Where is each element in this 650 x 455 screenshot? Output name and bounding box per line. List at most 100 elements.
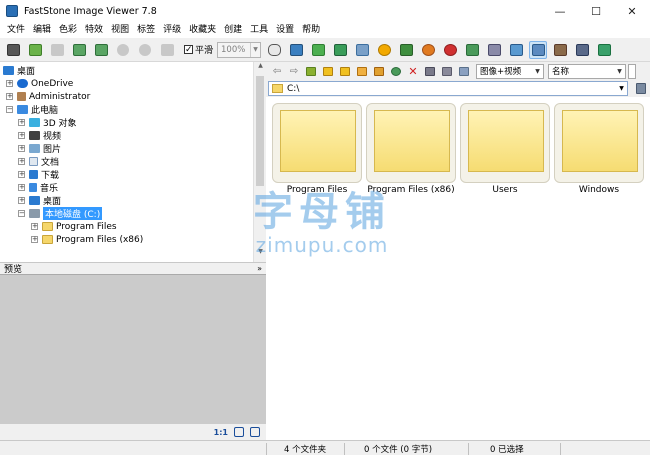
preview-header[interactable]: 预览 »: [0, 262, 266, 275]
close-button[interactable]: ✕: [614, 0, 650, 22]
expand-icon[interactable]: +: [31, 236, 38, 243]
tree-item-3d-objects[interactable]: + 3D 对象: [18, 116, 77, 129]
menu-settings[interactable]: 设置: [272, 22, 298, 38]
double-chevron-icon[interactable]: »: [257, 264, 262, 273]
tree-item-program-files[interactable]: + Program Files: [31, 220, 117, 233]
folder-thumbnail[interactable]: Windows: [554, 103, 644, 203]
expand-icon[interactable]: +: [18, 145, 25, 152]
expand-icon[interactable]: +: [6, 80, 13, 87]
expand-icon[interactable]: +: [18, 132, 25, 139]
zoom-combo[interactable]: 100% ▼: [217, 41, 262, 58]
status-divider: [344, 443, 345, 455]
actual-size-ratio[interactable]: 1:1: [214, 428, 228, 437]
delete-button[interactable]: ✕: [406, 64, 420, 78]
new-folder-button[interactable]: [338, 64, 352, 78]
expand-icon[interactable]: +: [18, 119, 25, 126]
menu-rating[interactable]: 评级: [159, 22, 185, 38]
expand-icon[interactable]: +: [31, 223, 38, 230]
path-field[interactable]: C:\ ▼: [268, 81, 628, 96]
menu-tools[interactable]: 工具: [246, 22, 272, 38]
refresh-button[interactable]: [389, 64, 403, 78]
scrollbar-thumb[interactable]: [256, 76, 264, 186]
tree-item-downloads[interactable]: + 下载: [18, 168, 59, 181]
maximize-button[interactable]: ☐: [578, 0, 614, 22]
folder-option-button[interactable]: [355, 64, 369, 78]
batch-button[interactable]: [463, 41, 481, 59]
stamp-button[interactable]: [397, 41, 415, 59]
tree-item-program-files-x86[interactable]: + Program Files (x86): [31, 233, 143, 246]
smooth-checkbox[interactable]: ✓ 平滑: [182, 43, 213, 56]
menu-color[interactable]: 色彩: [55, 22, 81, 38]
acquire-button[interactable]: [4, 41, 22, 59]
cloud-icon: [17, 79, 28, 88]
up-folder-button[interactable]: [304, 64, 318, 78]
tree-scrollbar[interactable]: ▲ ▼: [253, 62, 266, 262]
wallpaper-button[interactable]: [507, 41, 525, 59]
favorite-folder-button[interactable]: [321, 64, 335, 78]
expand-icon[interactable]: +: [18, 197, 25, 204]
expand-icon[interactable]: +: [18, 171, 25, 178]
expand-icon[interactable]: +: [18, 158, 25, 165]
pan-button[interactable]: [265, 41, 283, 59]
tree-item-music[interactable]: + 音乐: [18, 181, 58, 194]
layout-browser-button[interactable]: [529, 40, 548, 59]
tree-item-thispc[interactable]: − 此电脑: [6, 103, 58, 116]
view-details-button[interactable]: [457, 64, 471, 78]
expand-icon[interactable]: +: [6, 93, 13, 100]
compare-icon: [311, 43, 325, 56]
menu-file[interactable]: 文件: [3, 22, 29, 38]
menu-help[interactable]: 帮助: [298, 22, 324, 38]
zoom-out-button[interactable]: [136, 41, 154, 59]
stretch-icon[interactable]: [250, 427, 260, 437]
menu-tags[interactable]: 标签: [133, 22, 159, 38]
tree-item-pictures[interactable]: + 图片: [18, 142, 61, 155]
slideshow-button[interactable]: [287, 41, 305, 59]
collapse-icon[interactable]: −: [18, 210, 25, 217]
view-thumbnails-button[interactable]: [423, 64, 437, 78]
sort-direction-button[interactable]: [628, 63, 636, 79]
actual-size-button[interactable]: [158, 41, 176, 59]
copy-folder-button[interactable]: [372, 64, 386, 78]
view-list-button[interactable]: [440, 64, 454, 78]
folder-thumbnail[interactable]: Users: [460, 103, 550, 203]
email-button[interactable]: [92, 41, 110, 59]
sort-combo[interactable]: 名称 ▼: [548, 63, 626, 79]
zoom-in-button[interactable]: [114, 41, 132, 59]
copy-to-button[interactable]: [353, 41, 371, 59]
save-as-button[interactable]: [70, 41, 88, 59]
layout-preview-button[interactable]: [551, 41, 569, 59]
collapse-icon[interactable]: −: [6, 106, 13, 113]
tree-item-documents[interactable]: + 文档: [18, 155, 59, 168]
menu-edit[interactable]: 编辑: [29, 22, 55, 38]
history-button[interactable]: [632, 80, 650, 97]
folder-thumbnail[interactable]: Program Files (x86): [366, 103, 456, 203]
layout-full-button[interactable]: [573, 41, 591, 59]
filter-combo[interactable]: 图像+视频 ▼: [476, 63, 544, 79]
tree-item-desktop[interactable]: 桌面: [3, 64, 35, 77]
settings-button[interactable]: [375, 41, 393, 59]
tree-item-videos[interactable]: + 视频: [18, 129, 61, 142]
print-button[interactable]: [485, 41, 503, 59]
tree-item-onedrive[interactable]: + OneDrive: [6, 77, 73, 90]
status-folders: 4 个文件夹: [284, 445, 327, 455]
fit-icon[interactable]: [234, 427, 244, 437]
menu-effects[interactable]: 特效: [81, 22, 107, 38]
menu-favorites[interactable]: 收藏夹: [185, 22, 220, 38]
minimize-button[interactable]: —: [542, 0, 578, 22]
tree-item-administrator[interactable]: + Administrator: [6, 90, 90, 103]
rotate-right-button[interactable]: [441, 41, 459, 59]
compare-button[interactable]: [309, 41, 327, 59]
folder-thumbnail[interactable]: Program Files: [272, 103, 362, 203]
save-button[interactable]: [48, 41, 66, 59]
fullscreen-button[interactable]: [595, 41, 613, 59]
print-preview-button[interactable]: [331, 41, 349, 59]
open-button[interactable]: [26, 41, 44, 59]
tree-item-desktop-2[interactable]: + 桌面: [18, 194, 61, 207]
forward-button[interactable]: ⇨: [287, 64, 301, 78]
menu-create[interactable]: 创建: [220, 22, 246, 38]
back-button[interactable]: ⇦: [270, 64, 284, 78]
menu-view[interactable]: 视图: [107, 22, 133, 38]
rotate-left-button[interactable]: [419, 41, 437, 59]
tree-item-local-disk-c[interactable]: − 本地磁盘 (C:): [18, 207, 103, 220]
expand-icon[interactable]: +: [18, 184, 25, 191]
